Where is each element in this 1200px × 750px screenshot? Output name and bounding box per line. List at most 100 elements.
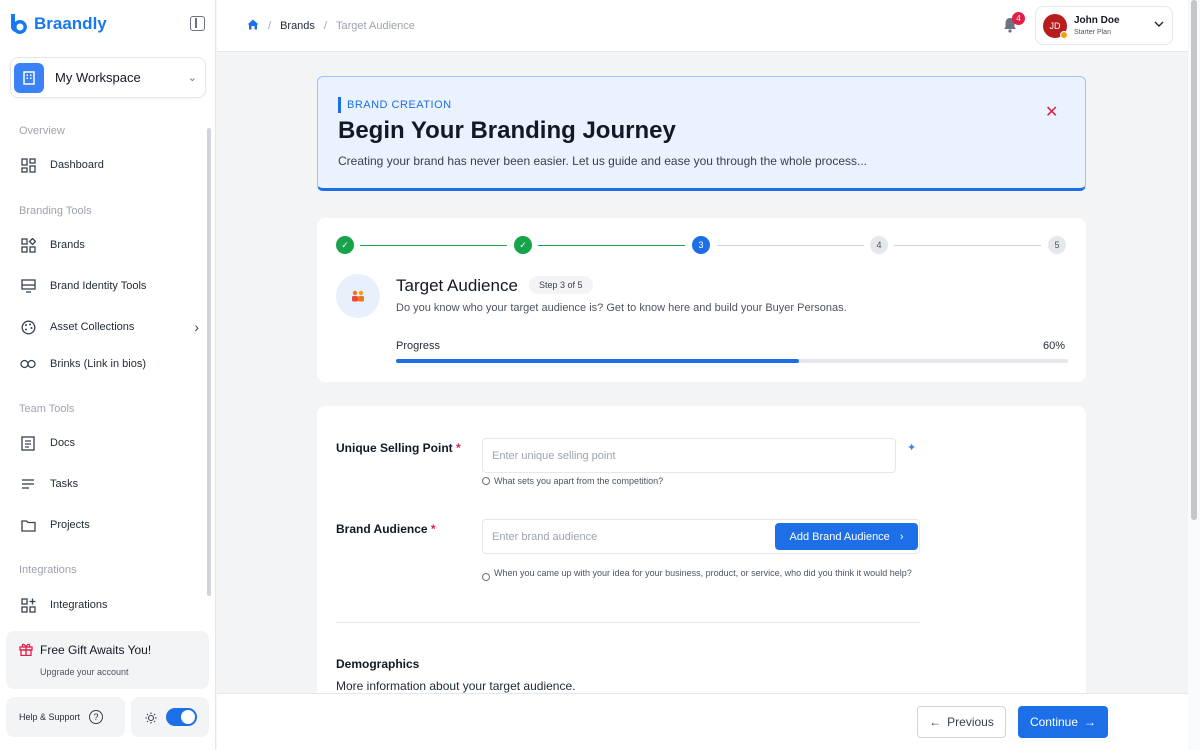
demographics-title: Demographics <box>336 657 420 671</box>
previous-label: Previous <box>947 715 994 729</box>
help-label: Help & Support <box>19 712 81 722</box>
audience-icon <box>336 274 380 318</box>
progress-bar-fill <box>396 359 800 363</box>
ai-sparkle-icon[interactable]: ✦ <box>907 441 916 454</box>
page-scrollbar[interactable] <box>1188 0 1200 750</box>
banner-tag: BRAND CREATION <box>347 99 452 111</box>
user-plan: Starter Plan <box>1074 29 1111 36</box>
section-overview: Overview <box>19 125 65 137</box>
brand-logo[interactable]: Braandly <box>8 12 107 36</box>
gift-title: Free Gift Awaits You! <box>40 643 152 657</box>
section-integrations: Integrations <box>19 564 77 576</box>
chevron-right-icon: › <box>194 319 199 335</box>
sidebar-item-tasks[interactable]: Tasks <box>19 473 199 495</box>
breadcrumb-current: Target Audience <box>335 20 415 32</box>
info-icon <box>482 477 490 485</box>
sidebar-nav: Overview Dashboard Branding Tools Brands… <box>0 118 208 618</box>
sidebar-item-dashboard[interactable]: Dashboard <box>19 154 199 176</box>
progress-label: Progress <box>396 340 441 352</box>
sidebar-item-label: Asset Collections <box>50 321 135 333</box>
crown-badge-icon <box>1060 31 1068 39</box>
sidebar: Braandly My Workspace ⌄ Overview Dashboa… <box>0 0 216 750</box>
sidebar-item-docs[interactable]: Docs <box>19 432 199 454</box>
apps-add-icon <box>19 596 37 614</box>
step-connector <box>360 245 507 246</box>
progress-value: 60% <box>1043 340 1066 352</box>
shapes-icon <box>19 236 37 254</box>
step-connector <box>894 245 1041 246</box>
sidebar-item-brands[interactable]: Brands <box>19 234 199 256</box>
help-support-button[interactable]: Help & Support ? <box>6 697 125 737</box>
step-5[interactable]: 5 <box>1048 236 1066 254</box>
banner-accent <box>338 97 341 113</box>
add-brand-audience-label: Add Brand Audience <box>789 530 890 543</box>
step-3[interactable]: 3 <box>692 236 710 254</box>
dark-mode-toggle[interactable] <box>166 708 197 726</box>
arrow-right-icon: → <box>1084 715 1097 729</box>
step-title: Target Audience <box>396 276 518 295</box>
usp-input[interactable] <box>482 438 896 473</box>
notification-badge: 4 <box>1012 12 1025 25</box>
required-asterisk: * <box>430 522 436 536</box>
sidebar-item-label: Projects <box>50 519 90 531</box>
close-icon[interactable]: ✕ <box>1045 102 1058 122</box>
section-branding-tools: Branding Tools <box>19 205 92 217</box>
breadcrumb-brands[interactable]: Brands <box>280 20 315 32</box>
step-2-check-icon[interactable]: ✓ <box>514 236 532 254</box>
home-icon[interactable] <box>247 19 259 33</box>
step-1-check-icon[interactable]: ✓ <box>336 236 354 254</box>
list-icon <box>19 475 37 493</box>
breadcrumb-separator: / <box>268 20 272 32</box>
required-asterisk: * <box>456 441 461 455</box>
demographics-description: More information about your target audie… <box>336 679 576 693</box>
info-icon <box>482 573 490 581</box>
sidebar-item-asset-collections[interactable]: Asset Collections › <box>19 316 199 338</box>
steps-card: ✓ ✓ 3 4 5 Target Audience Step 3 of 5 Do… <box>317 218 1086 382</box>
chevron-down-icon: ⌄ <box>187 72 197 84</box>
progress-bar <box>396 359 1068 363</box>
workspace-selector[interactable]: My Workspace ⌄ <box>10 57 206 98</box>
sun-icon <box>145 711 157 729</box>
continue-label: Continue <box>1029 715 1079 729</box>
sidebar-scrollbar[interactable] <box>207 128 211 596</box>
divider <box>336 622 920 623</box>
top-bar: / Brands / Target Audience 4 JD John Doe… <box>217 0 1188 52</box>
sidebar-item-integrations[interactable]: Integrations <box>19 594 199 616</box>
link-icon <box>19 355 37 373</box>
chevron-down-icon <box>1154 19 1164 30</box>
step-description: Do you know who your target audience is?… <box>396 302 847 314</box>
dashboard-icon <box>19 156 37 174</box>
sidebar-item-label: Tasks <box>50 478 79 490</box>
braandly-logo-icon <box>11 14 27 34</box>
chevron-right-icon: › <box>899 530 904 543</box>
question-icon: ? <box>89 710 104 724</box>
sidebar-item-projects[interactable]: Projects <box>19 514 199 536</box>
footer-actions: ← Previous Continue → <box>217 693 1188 750</box>
add-brand-audience-button[interactable]: Add Brand Audience › <box>775 523 918 550</box>
step-4[interactable]: 4 <box>870 236 888 254</box>
collapse-sidebar-icon[interactable] <box>190 16 205 31</box>
target-audience-form: Unique Selling Point * ✦ What sets you a… <box>317 406 1086 706</box>
step-connector <box>717 245 864 246</box>
audience-label-text: Brand Audience <box>336 522 428 536</box>
sidebar-item-label: Dashboard <box>50 159 104 171</box>
user-menu[interactable]: JD John Doe Starter Plan <box>1035 6 1173 45</box>
audience-label: Brand Audience * <box>336 522 436 536</box>
continue-button[interactable]: Continue → <box>1018 706 1108 738</box>
sidebar-item-brand-identity-tools[interactable]: Brand Identity Tools <box>19 275 199 297</box>
previous-button[interactable]: ← Previous <box>917 706 1006 738</box>
audience-hint: When you came up with your idea for your… <box>482 567 912 581</box>
sidebar-item-brinks[interactable]: Brinks (Link in bios) <box>19 353 199 375</box>
sidebar-item-label: Brinks (Link in bios) <box>50 358 146 370</box>
brand-creation-banner: BRAND CREATION Begin Your Branding Journ… <box>317 76 1086 191</box>
free-gift-card[interactable]: Free Gift Awaits You! Upgrade your accou… <box>6 631 209 689</box>
section-team-tools: Team Tools <box>19 403 75 415</box>
audience-hint-text: When you came up with your idea for your… <box>494 568 912 578</box>
usp-label: Unique Selling Point * <box>336 441 461 455</box>
sidebar-item-label: Brands <box>50 239 85 251</box>
building-icon <box>14 62 44 93</box>
step-counter-badge: Step 3 of 5 <box>529 276 593 294</box>
breadcrumb: / Brands / Target Audience <box>247 19 415 33</box>
usp-hint: What sets you apart from the competition… <box>482 476 663 486</box>
breadcrumb-separator: / <box>323 20 327 32</box>
